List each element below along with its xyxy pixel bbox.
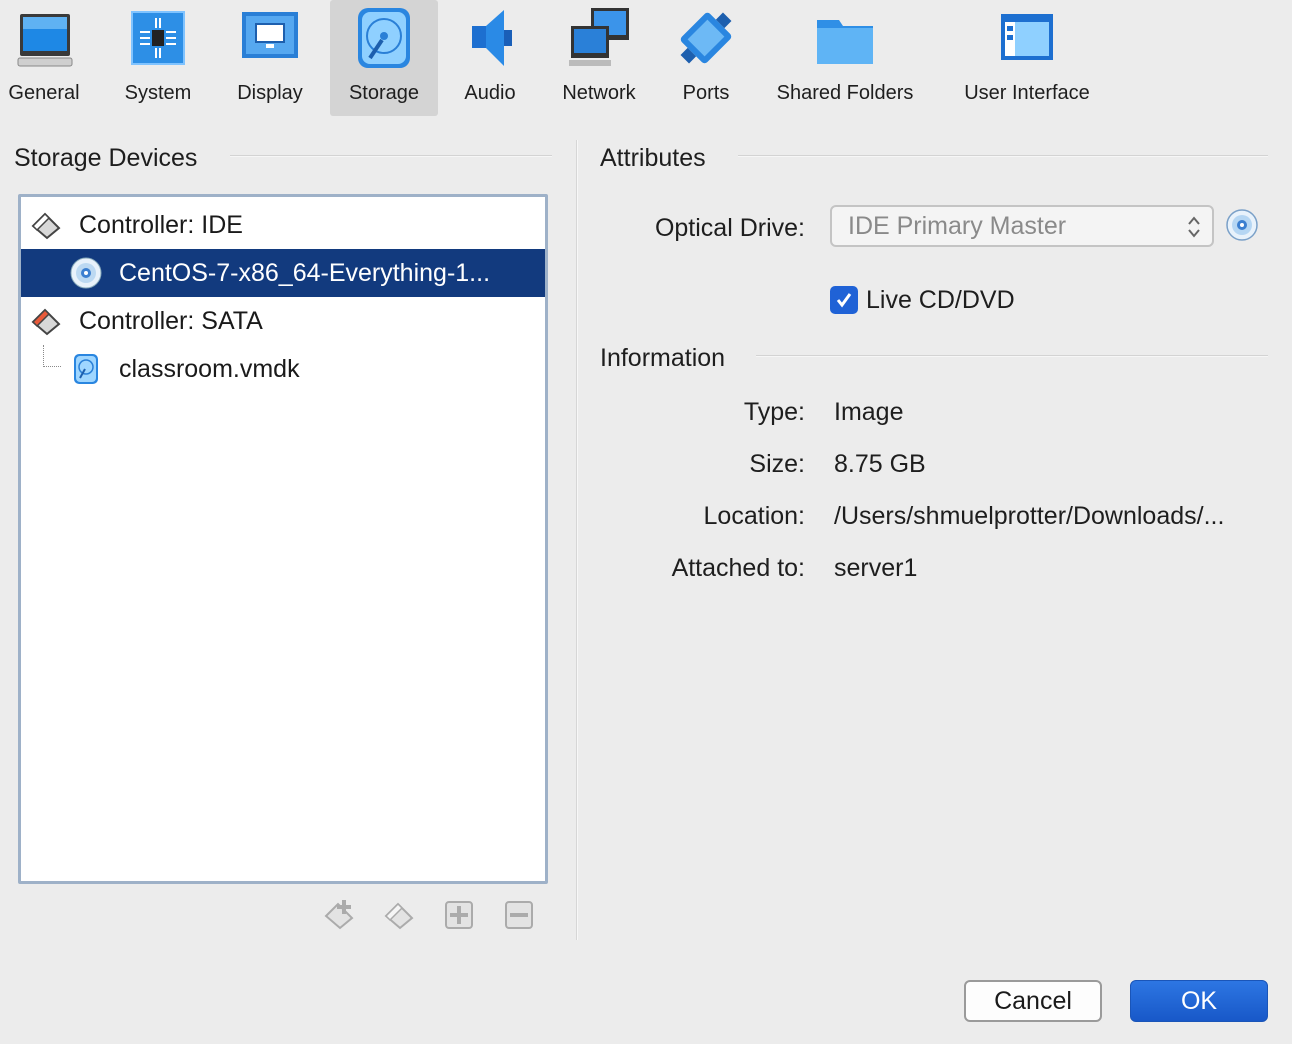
tree-row-label: classroom.vmdk xyxy=(119,354,300,383)
size-value: 8.75 GB xyxy=(834,450,926,478)
storage-disk-icon xyxy=(358,8,410,68)
tree-row-centos-iso[interactable]: CentOS-7-x86_64-Everything-1... xyxy=(21,249,545,297)
add-attachment-icon[interactable] xyxy=(442,896,478,932)
storage-devices-rule xyxy=(230,155,552,157)
speaker-icon xyxy=(472,10,512,66)
tab-network-label: Network xyxy=(562,82,636,104)
serial-port-icon xyxy=(680,12,732,64)
settings-toolbar: General System Display Storage Audio Net… xyxy=(0,0,1292,118)
tab-display[interactable]: Display xyxy=(224,0,316,116)
remove-attachment-icon[interactable] xyxy=(502,896,538,932)
updown-chevron-icon xyxy=(1188,216,1200,238)
network-icon xyxy=(569,8,629,66)
tree-row-controller-ide[interactable]: Controller: IDE xyxy=(21,201,545,249)
live-cd-label[interactable]: Live CD/DVD xyxy=(866,286,1015,315)
hard-disk-icon xyxy=(74,354,98,384)
window-ui-icon xyxy=(1001,14,1053,60)
location-value: /Users/shmuelprotter/Downloads/... xyxy=(834,502,1225,530)
tab-network[interactable]: Network xyxy=(548,0,650,116)
tab-audio-label: Audio xyxy=(464,82,516,104)
tree-row-classroom-vmdk[interactable]: classroom.vmdk xyxy=(21,345,545,393)
tab-ports[interactable]: Ports xyxy=(668,0,744,116)
tab-storage-label: Storage xyxy=(348,82,420,104)
attributes-heading: Attributes xyxy=(600,144,706,172)
display-icon xyxy=(242,12,298,58)
storage-devices-heading: Storage Devices xyxy=(14,144,198,172)
tree-row-label: Controller: SATA xyxy=(79,306,263,335)
checkmark-icon xyxy=(836,293,852,308)
panel-divider xyxy=(576,140,578,940)
ok-button[interactable]: OK xyxy=(1130,980,1268,1022)
monitor-general-icon xyxy=(17,14,73,67)
tab-audio[interactable]: Audio xyxy=(450,0,530,116)
tab-system-label: System xyxy=(124,82,192,104)
location-label: Location: xyxy=(703,502,805,530)
sata-controller-icon xyxy=(31,308,61,336)
chip-icon xyxy=(131,11,185,65)
choose-disk-icon[interactable] xyxy=(1225,208,1259,242)
tab-storage[interactable]: Storage xyxy=(330,0,438,116)
ide-controller-icon xyxy=(31,212,61,240)
tab-user-interface[interactable]: User Interface xyxy=(948,0,1106,116)
tab-user-interface-label: User Interface xyxy=(964,82,1090,104)
attributes-rule xyxy=(738,155,1268,157)
optical-disc-icon xyxy=(70,257,102,289)
optical-drive-select[interactable]: IDE Primary Master xyxy=(830,205,1214,247)
size-label: Size: xyxy=(749,450,805,478)
type-value: Image xyxy=(834,398,904,426)
optical-drive-label: Optical Drive: xyxy=(654,214,805,242)
add-controller-icon[interactable] xyxy=(322,896,358,932)
tab-shared-folders[interactable]: Shared Folders xyxy=(764,0,926,116)
tab-ports-label: Ports xyxy=(682,82,730,104)
storage-tree[interactable]: Controller: IDE CentOS-7-x86_64-Everythi… xyxy=(18,194,548,884)
tab-display-label: Display xyxy=(237,82,303,104)
attached-to-label: Attached to: xyxy=(671,554,805,582)
attached-to-value: server1 xyxy=(834,554,918,582)
live-cd-checkbox[interactable] xyxy=(830,286,858,314)
tab-general-label: General xyxy=(8,82,80,104)
tree-row-label: Controller: IDE xyxy=(79,210,243,239)
tab-shared-folders-label: Shared Folders xyxy=(776,82,914,104)
folder-icon xyxy=(817,20,873,64)
tab-general[interactable]: General xyxy=(0,0,88,116)
tree-row-label: CentOS-7-x86_64-Everything-1... xyxy=(119,258,491,287)
optical-drive-value: IDE Primary Master xyxy=(848,212,1067,240)
tab-system[interactable]: System xyxy=(112,0,204,116)
cancel-button[interactable]: Cancel xyxy=(964,980,1102,1022)
information-heading: Information xyxy=(600,344,726,372)
remove-controller-icon[interactable] xyxy=(382,896,418,932)
type-label: Type: xyxy=(743,398,805,426)
information-rule xyxy=(756,355,1268,357)
tree-row-controller-sata[interactable]: Controller: SATA xyxy=(21,297,545,345)
